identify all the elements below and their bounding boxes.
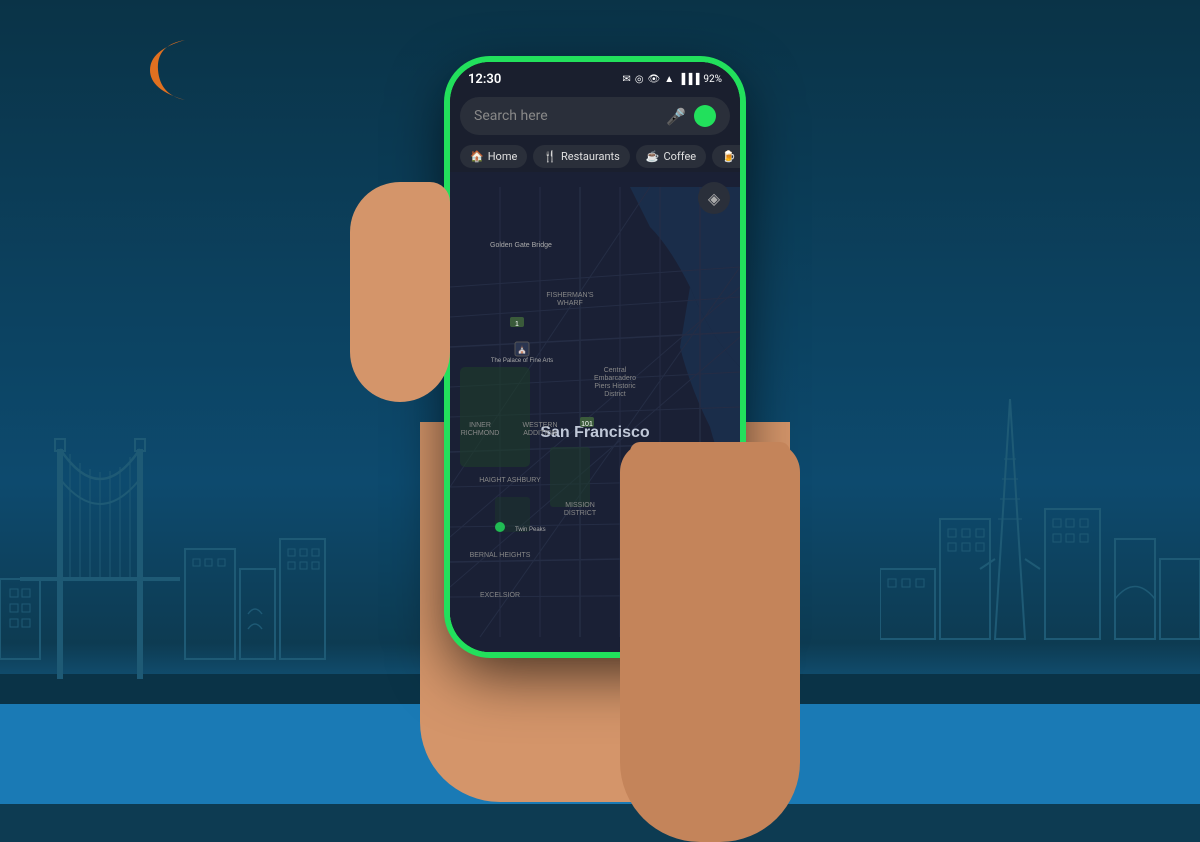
svg-text:District: District [604,391,625,398]
svg-text:Embarcadero: Embarcadero [594,375,636,382]
svg-text:INNER: INNER [469,422,491,429]
eye-icon: 👁 [648,74,661,85]
battery-text: 92% [703,74,722,85]
chip-coffee-label: Coffee [664,150,697,163]
status-icons: ✉ ◎ 👁 ▲ ▐▐▐ 92% [622,74,722,85]
fingers [630,442,790,502]
wifi-icon: ▲ [664,74,674,85]
skyline-right [880,379,1200,679]
message-icon: ✉ [622,74,630,85]
svg-text:Piers Historic: Piers Historic [594,383,636,390]
svg-text:Central: Central [604,367,627,374]
phone-scene: 12:30 ✉ ◎ 👁 ▲ ▐▐▐ 92% Search here 🎤 [390,62,810,742]
finger-2 [672,442,708,492]
svg-text:ADDITION: ADDITION [523,430,556,437]
svg-text:MISSION: MISSION [565,502,595,509]
hand-front [620,442,800,842]
svg-text:EXCELSIOR: EXCELSIOR [480,592,520,599]
svg-text:RICHMOND: RICHMOND [461,430,500,437]
svg-text:101: 101 [581,421,593,428]
layer-icon: ◈ [708,189,720,208]
signal-icon: ▐▐▐ [678,74,699,85]
svg-text:Twin Peaks: Twin Peaks [515,527,546,533]
status-bar: 12:30 ✉ ◎ 👁 ▲ ▐▐▐ 92% [450,62,740,91]
svg-text:The Palace of Fine Arts: The Palace of Fine Arts [491,358,553,364]
svg-text:BERNAL HEIGHTS: BERNAL HEIGHTS [470,552,531,559]
location-icon: ◎ [635,74,644,85]
bar-icon: 🍺 [722,150,736,163]
svg-text:⛪: ⛪ [517,344,527,354]
home-icon: 🏠 [470,150,484,163]
hand-thumb [350,182,450,402]
search-placeholder: Search here [474,108,658,124]
profile-avatar[interactable] [694,105,716,127]
svg-text:HAIGHT ASHBURY: HAIGHT ASHBURY [479,477,541,484]
status-time: 12:30 [468,72,501,87]
chips-row: 🏠 Home 🍴 Restaurants ☕ Coffee 🍺 B... [450,141,740,172]
finger-1 [630,442,666,492]
finger-4 [755,442,791,492]
microphone-icon[interactable]: 🎤 [666,107,686,126]
svg-text:DISTRICT: DISTRICT [564,510,597,517]
skyline-left [0,399,360,679]
chip-bars[interactable]: 🍺 B... [712,145,740,168]
svg-text:WHARF: WHARF [557,300,583,307]
chip-restaurants[interactable]: 🍴 Restaurants [533,145,629,168]
chip-home[interactable]: 🏠 Home [460,145,527,168]
svg-text:FISHERMAN'S: FISHERMAN'S [546,292,594,299]
svg-text:1: 1 [515,321,519,328]
svg-text:WESTERN: WESTERN [523,422,558,429]
finger-3 [713,442,749,492]
search-bar[interactable]: Search here 🎤 [460,97,730,135]
restaurant-icon: 🍴 [543,150,557,163]
coffee-icon: ☕ [646,150,660,163]
moon-icon [130,30,210,110]
svg-text:Golden Gate Bridge: Golden Gate Bridge [490,242,552,249]
chip-home-label: Home [488,150,518,163]
chip-restaurants-label: Restaurants [561,150,620,163]
chip-coffee[interactable]: ☕ Coffee [636,145,706,168]
layer-toggle-button[interactable]: ◈ [698,182,730,214]
